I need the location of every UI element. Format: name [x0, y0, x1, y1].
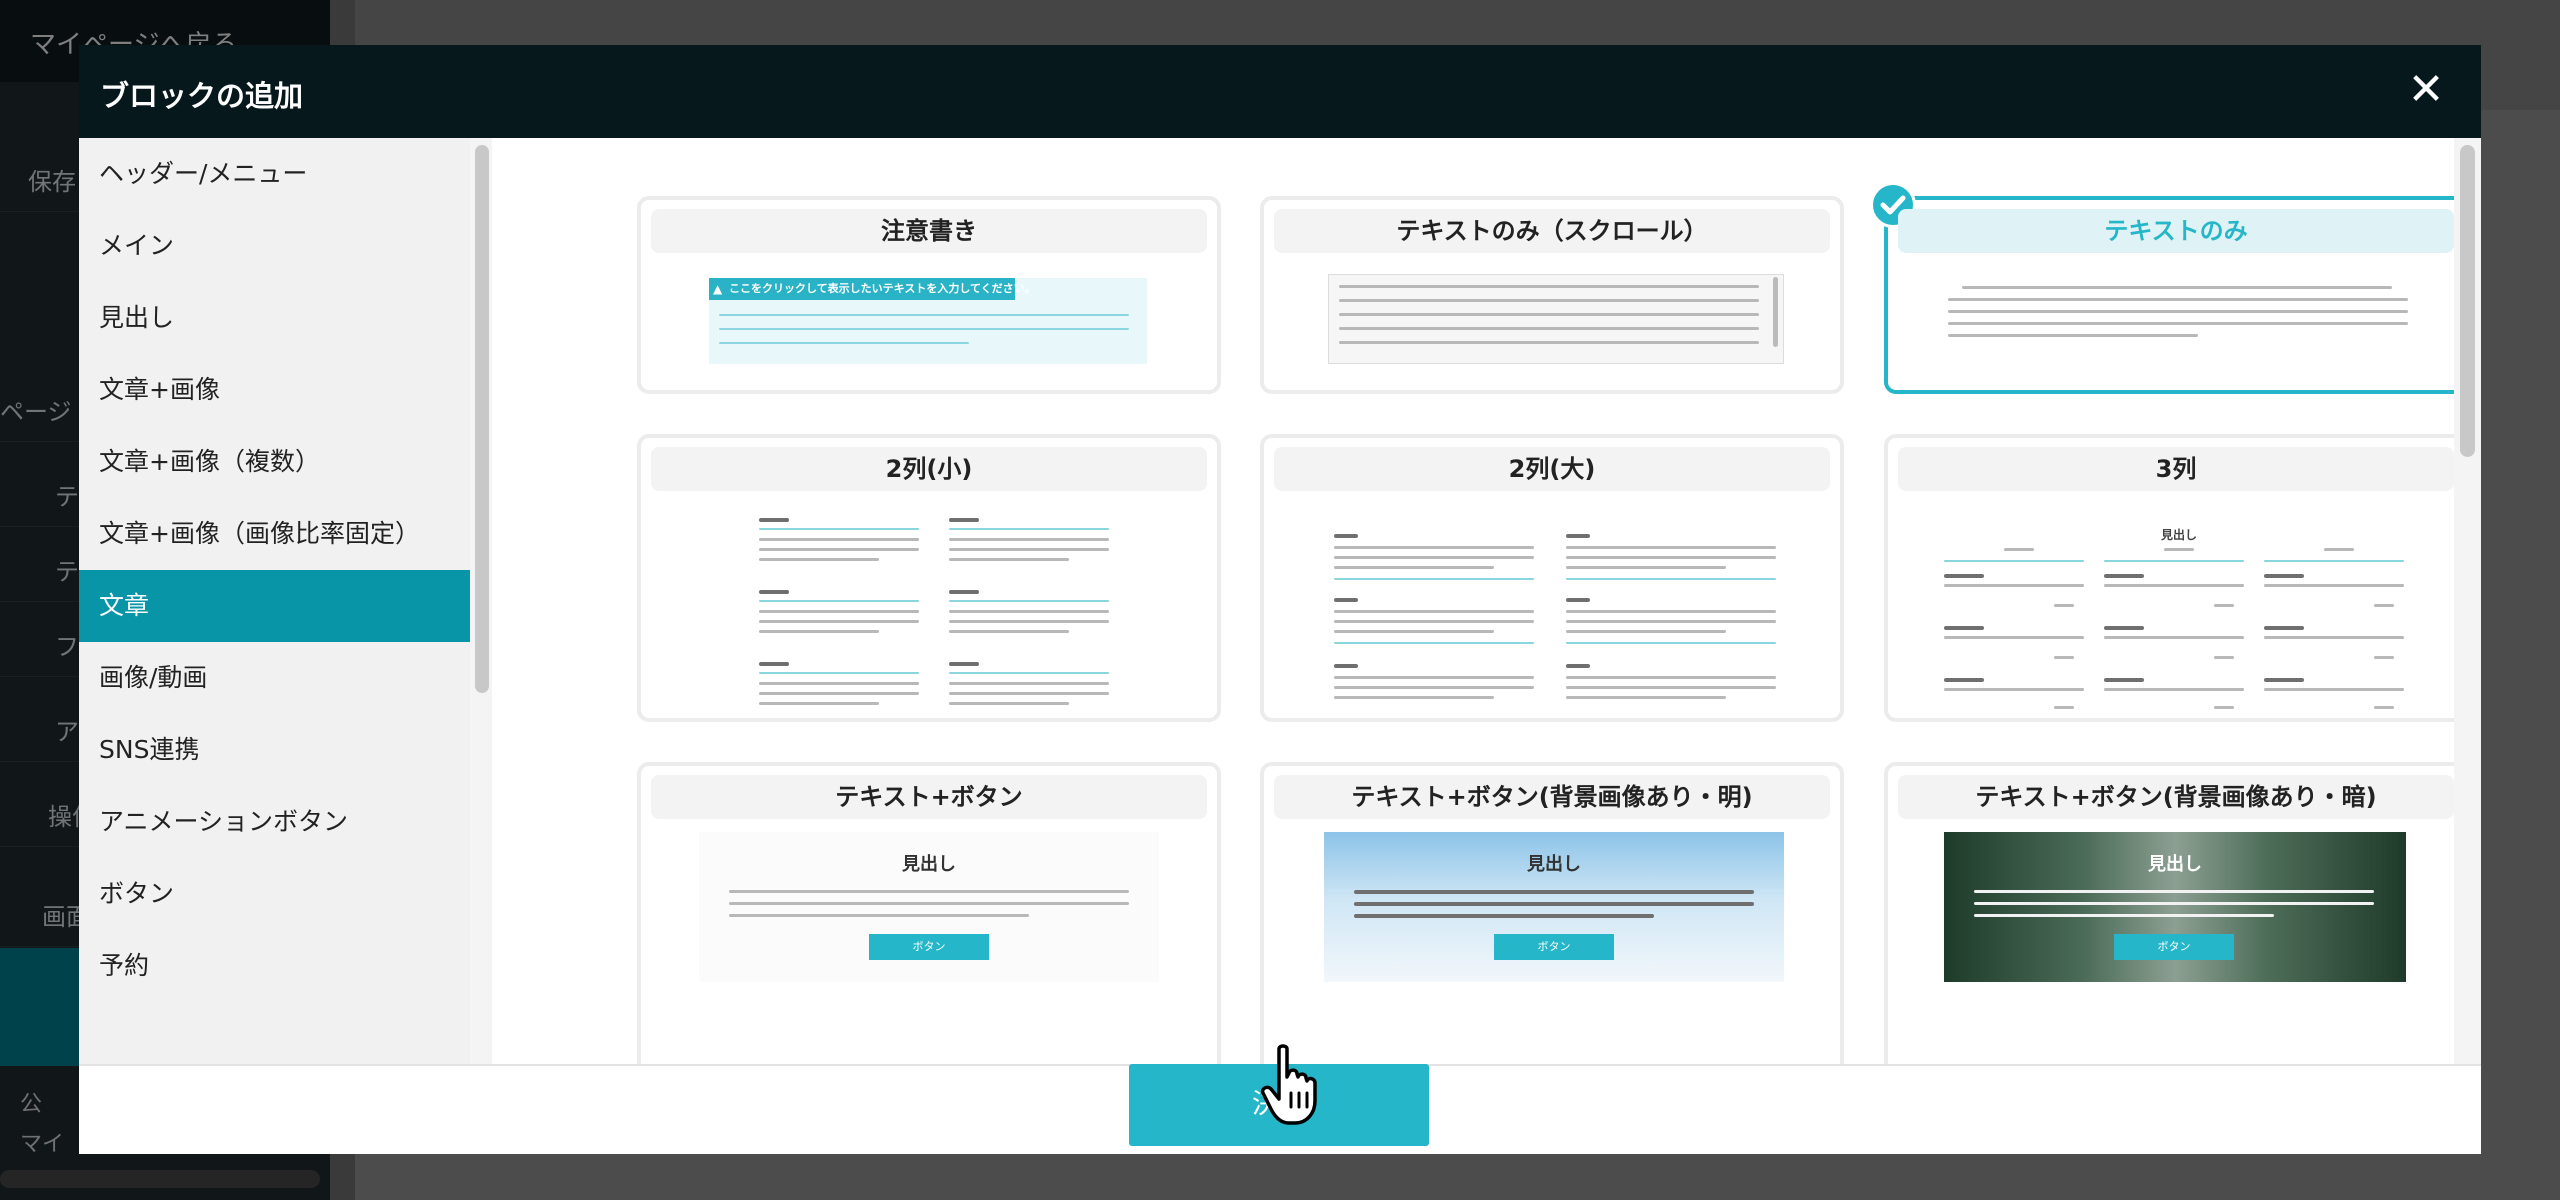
three-col-heading: 見出し [2160, 528, 2197, 542]
grid-scrollbar[interactable] [2460, 145, 2475, 457]
category-item-animation-button[interactable]: アニメーションボタン [79, 786, 470, 858]
add-block-modal: ブロックの追加 ✕ ヘッダー/メニュー メイン 見出し 文章+画像 文章+画像（… [79, 45, 2481, 1154]
category-item-main[interactable]: メイン [79, 210, 470, 282]
card-label: テキスト+ボタン(背景画像あり・暗) [1898, 775, 2454, 819]
thumb-heading: 見出し [1527, 854, 1581, 875]
category-item-header-menu[interactable]: ヘッダー/メニュー [79, 138, 470, 210]
notice-banner-text: ここをクリックして表示したいテキストを入力してください。 [729, 282, 1036, 295]
card-thumbnail: 見出し ボタン [1944, 832, 2406, 982]
card-label: テキスト+ボタン [651, 775, 1207, 819]
category-item-sns[interactable]: SNS連携 [79, 714, 470, 786]
thumb-button: ボタン [869, 934, 989, 960]
card-thumbnail [1328, 274, 1784, 364]
modal-title: ブロックの追加 [100, 79, 304, 113]
card-thumbnail: 見出し [1944, 526, 2414, 716]
category-item-button[interactable]: ボタン [79, 858, 470, 930]
category-item-reservation[interactable]: 予約 [79, 930, 470, 1002]
category-item-text-image-fixed[interactable]: 文章+画像（画像比率固定） [79, 498, 470, 570]
block-card-two-col-large[interactable]: 2列(大) [1260, 434, 1844, 722]
category-list: ヘッダー/メニュー メイン 見出し 文章+画像 文章+画像（複数） 文章+画像（… [79, 138, 470, 1064]
card-label: 2列(大) [1274, 447, 1830, 491]
card-label: テキスト+ボタン(背景画像あり・明) [1274, 775, 1830, 819]
category-item-text-image[interactable]: 文章+画像 [79, 354, 470, 426]
card-thumbnail: 見出し ボタン [699, 832, 1159, 982]
block-card-text-scroll[interactable]: テキストのみ（スクロール） [1260, 196, 1844, 394]
block-card-notice[interactable]: 注意書き ▲ ここをクリックして表示したいテキストを入力してください。 [637, 196, 1221, 394]
category-item-text[interactable]: 文章 [79, 570, 470, 642]
category-scrollbar[interactable] [475, 145, 489, 693]
block-card-two-col-small[interactable]: 2列(小) [637, 434, 1221, 722]
block-grid: 注意書き ▲ ここをクリックして表示したいテキストを入力してください。 テキスト… [492, 138, 2454, 1064]
card-label: テキストのみ（スクロール） [1274, 209, 1830, 253]
card-label: 2列(小) [651, 447, 1207, 491]
card-thumbnail [759, 518, 1109, 714]
card-label: 3列 [1898, 447, 2454, 491]
modal-header: ブロックの追加 ✕ [79, 45, 2481, 138]
category-item-image-video[interactable]: 画像/動画 [79, 642, 470, 714]
thumb-heading: 見出し [2148, 854, 2202, 875]
category-item-text-image-multi[interactable]: 文章+画像（複数） [79, 426, 470, 498]
card-label: 注意書き [651, 209, 1207, 253]
thumb-heading: 見出し [902, 854, 956, 875]
hand-cursor-icon [1260, 1044, 1317, 1125]
block-card-text-button[interactable]: テキスト+ボタン 見出し ボタン [637, 762, 1221, 1064]
block-card-text-button-bg-light[interactable]: テキスト+ボタン(背景画像あり・明) 見出し ボタン [1260, 762, 1844, 1064]
block-card-text-button-bg-dark[interactable]: テキスト+ボタン(背景画像あり・暗) 見出し ボタン [1884, 762, 2454, 1064]
notice-banner: ▲ ここをクリックして表示したいテキストを入力してください。 [709, 278, 1036, 300]
category-item-heading[interactable]: 見出し [79, 282, 470, 354]
block-card-text-only[interactable]: テキストのみ [1870, 182, 2454, 394]
thumb-button: ボタン [2114, 934, 2234, 960]
block-card-three-col[interactable]: 3列 見出し [1884, 434, 2454, 722]
warning-icon: ▲ [713, 282, 723, 296]
thumb-button: ボタン [1494, 934, 1614, 960]
card-thumbnail: ▲ ここをクリックして表示したいテキストを入力してください。 [709, 278, 1147, 364]
close-icon[interactable]: ✕ [2401, 65, 2451, 115]
card-thumbnail: 見出し ボタン [1324, 832, 1784, 982]
card-thumbnail [1948, 284, 2408, 354]
card-label: テキストのみ [1898, 209, 2454, 253]
card-thumbnail [1334, 534, 1778, 714]
